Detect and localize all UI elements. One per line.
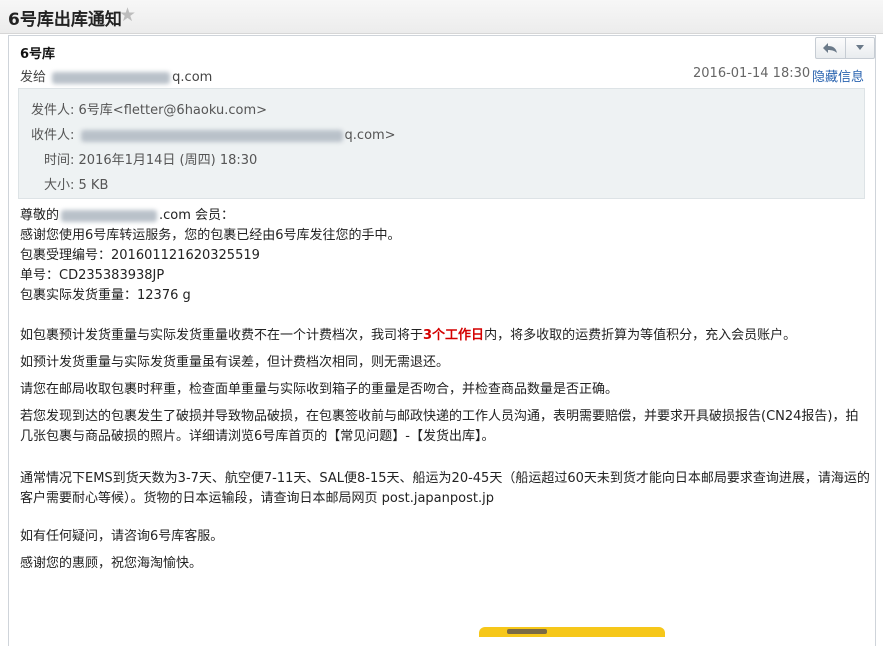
refund-highlight: 3个工作日 xyxy=(423,328,485,343)
detail-from-value: 6号库<fletter@6haoku.com> xyxy=(78,103,268,118)
mail-details-box: 发件人: 6号库<fletter@6haoku.com> 收件人: q.com>… xyxy=(18,88,865,199)
redacted-member-email xyxy=(61,209,158,222)
reply-button[interactable] xyxy=(816,38,845,58)
mail-actions xyxy=(815,37,875,59)
detail-to-suffix: q.com> xyxy=(344,128,396,143)
drag-handle[interactable] xyxy=(507,629,547,634)
mail-panel: 6号库 发给 q.com 2016-01-14 18:30 隐藏信息 发件人: … xyxy=(8,35,876,646)
detail-size: 大小: 5 KB xyxy=(44,174,108,193)
body-line-receipt-no: 包裹受理编号：201601121620325519 xyxy=(20,248,260,263)
chevron-down-icon xyxy=(855,45,864,50)
redacted-recipient-address xyxy=(80,129,343,142)
detail-time-value: 2016年1月14日 (周四) 18:30 xyxy=(78,153,258,168)
detail-time: 时间: 2016年1月14日 (周四) 18:30 xyxy=(44,149,257,168)
more-actions-button[interactable] xyxy=(844,38,875,58)
detail-size-value: 5 KB xyxy=(78,178,109,193)
greeting-prefix: 尊敬的 xyxy=(20,208,60,223)
reply-icon xyxy=(823,43,838,53)
detail-to: 收件人: q.com> xyxy=(31,124,396,143)
detail-from-label: 发件人: xyxy=(31,103,75,118)
body-paragraph-no-refund: 如预计发货重量与实际发货重量虽有误差，但计费档次相同，则无需退还。 xyxy=(20,355,450,370)
detail-from: 发件人: 6号库<fletter@6haoku.com> xyxy=(31,99,267,118)
send-to: 发给 q.com xyxy=(20,66,212,85)
redacted-recipient xyxy=(52,71,171,84)
star-icon[interactable]: ★ xyxy=(119,4,136,26)
hide-info-link[interactable]: 隐藏信息 xyxy=(812,66,864,85)
body-paragraph-check: 请您在邮局收取包裹时秤重，检查面单重量与实际收到箱子的重量是否吻合，并检查商品数… xyxy=(20,382,619,397)
body-line-tracking-no: 单号：CD235383938JP xyxy=(20,268,165,283)
send-to-suffix: q.com xyxy=(172,70,213,85)
mail-title: 6号库出库通知 xyxy=(8,10,122,30)
body-paragraph-refund: 如包裹预计发货重量与实际发货重量收费不在一个计费档次，我司将于3个工作日内，将多… xyxy=(20,326,870,346)
refund-text-before: 如包裹预计发货重量与实际发货重量收费不在一个计费档次，我司将于 xyxy=(20,328,424,343)
detail-to-label: 收件人: xyxy=(31,128,75,143)
floating-bar[interactable] xyxy=(479,627,665,637)
refund-text-after: 内，将多收取的运费折算为等值积分，充入会员账户。 xyxy=(484,328,797,343)
greeting: 尊敬的 .com 会员： xyxy=(20,206,870,226)
greeting-suffix: .com 会员： xyxy=(159,208,235,223)
body-paragraph-delivery: 通常情况下EMS到货天数为3-7天、航空便7-11天、SAL便8-15天、船运为… xyxy=(20,471,870,506)
detail-time-label: 时间: xyxy=(44,153,75,168)
send-to-label: 发给 xyxy=(20,70,47,85)
body-paragraph-contact: 如有任何疑问，请咨询6号库客服。 xyxy=(20,529,224,544)
detail-size-label: 大小: xyxy=(44,178,75,193)
body-line-thanks: 感谢您使用6号库转运服务，您的包裹已经由6号库发往您的手中。 xyxy=(20,228,401,243)
mail-body: 尊敬的 .com 会员： 感谢您使用6号库转运服务，您的包裹已经由6号库发往您的手… xyxy=(20,206,870,574)
body-paragraph-damage: 若您发现到达的包裹发生了破损并导致物品破损，在包裹签收前与邮政快递的工作人员沟通… xyxy=(20,409,859,444)
body-line-weight: 包裹实际发货重量：12376 g xyxy=(20,288,191,303)
sender-name: 6号库 xyxy=(20,47,56,62)
body-paragraph-thanks: 感谢您的惠顾，祝您海淘愉快。 xyxy=(20,556,203,571)
mail-header-bar: 6号库出库通知 ★ xyxy=(0,0,883,34)
mail-date: 2016-01-14 18:30 xyxy=(693,66,811,81)
